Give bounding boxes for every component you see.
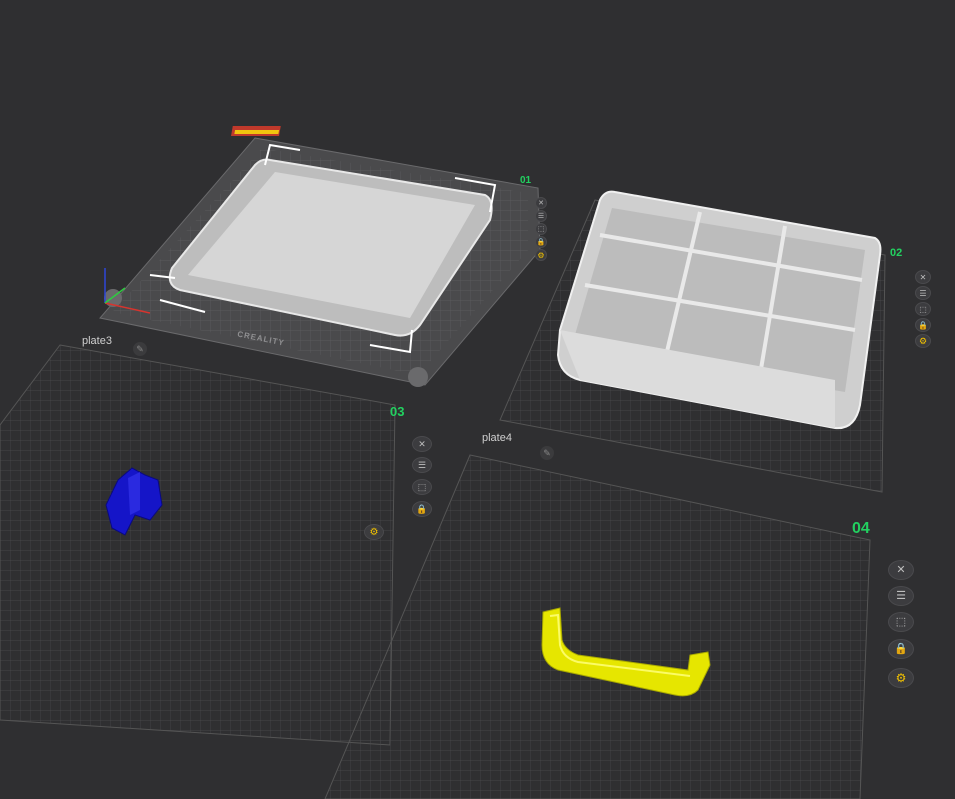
- arrange-icon[interactable]: ☰: [412, 457, 432, 473]
- plate-4-name[interactable]: plate4: [482, 432, 512, 444]
- arrange-icon[interactable]: ☰: [915, 286, 931, 300]
- bed-corner-mark: [408, 367, 428, 387]
- settings-gear-icon[interactable]: ⚙: [888, 668, 914, 688]
- lock-icon[interactable]: 🔒: [535, 236, 547, 248]
- orient-icon[interactable]: ⬚: [888, 612, 914, 632]
- plate-3-name[interactable]: plate3: [82, 335, 112, 347]
- settings-gear-icon[interactable]: ⚙: [535, 249, 547, 261]
- orient-icon[interactable]: ⬚: [535, 223, 547, 235]
- lock-icon[interactable]: 🔒: [412, 501, 432, 517]
- close-icon[interactable]: ✕: [888, 560, 914, 580]
- close-icon[interactable]: ✕: [535, 197, 547, 209]
- 3d-viewport[interactable]: [0, 0, 955, 799]
- edit-plate-3-name-icon[interactable]: ✎: [133, 342, 147, 356]
- orient-icon[interactable]: ⬚: [915, 302, 931, 316]
- settings-gear-icon[interactable]: ⚙: [915, 334, 931, 348]
- lock-icon[interactable]: 🔒: [915, 318, 931, 332]
- lock-icon[interactable]: 🔒: [888, 639, 914, 659]
- plate-1-index: 01: [520, 175, 532, 186]
- plate-2-index: 02: [890, 247, 903, 259]
- plate-3-grid[interactable]: [0, 344, 396, 746]
- arrange-icon[interactable]: ☰: [535, 210, 547, 222]
- plate-3-index: 03: [390, 404, 405, 419]
- plate-4-grid[interactable]: [324, 454, 871, 799]
- plate-4-index: 04: [852, 520, 870, 537]
- plate-1-bed[interactable]: [99, 126, 541, 387]
- edit-plate-4-name-icon[interactable]: ✎: [540, 446, 554, 460]
- settings-gear-icon[interactable]: ⚙: [364, 524, 384, 540]
- close-icon[interactable]: ✕: [412, 436, 432, 452]
- orient-icon[interactable]: ⬚: [412, 479, 432, 495]
- arrange-icon[interactable]: ☰: [888, 586, 914, 606]
- close-icon[interactable]: ✕: [915, 270, 931, 284]
